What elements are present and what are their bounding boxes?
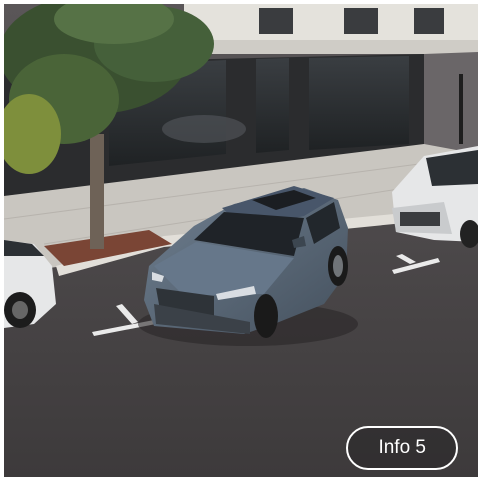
parking-scene-image <box>4 4 478 477</box>
hero-photo-card: Info 5 <box>4 4 478 477</box>
tree-trunk <box>90 134 104 249</box>
info-button[interactable]: Info 5 <box>346 426 458 470</box>
